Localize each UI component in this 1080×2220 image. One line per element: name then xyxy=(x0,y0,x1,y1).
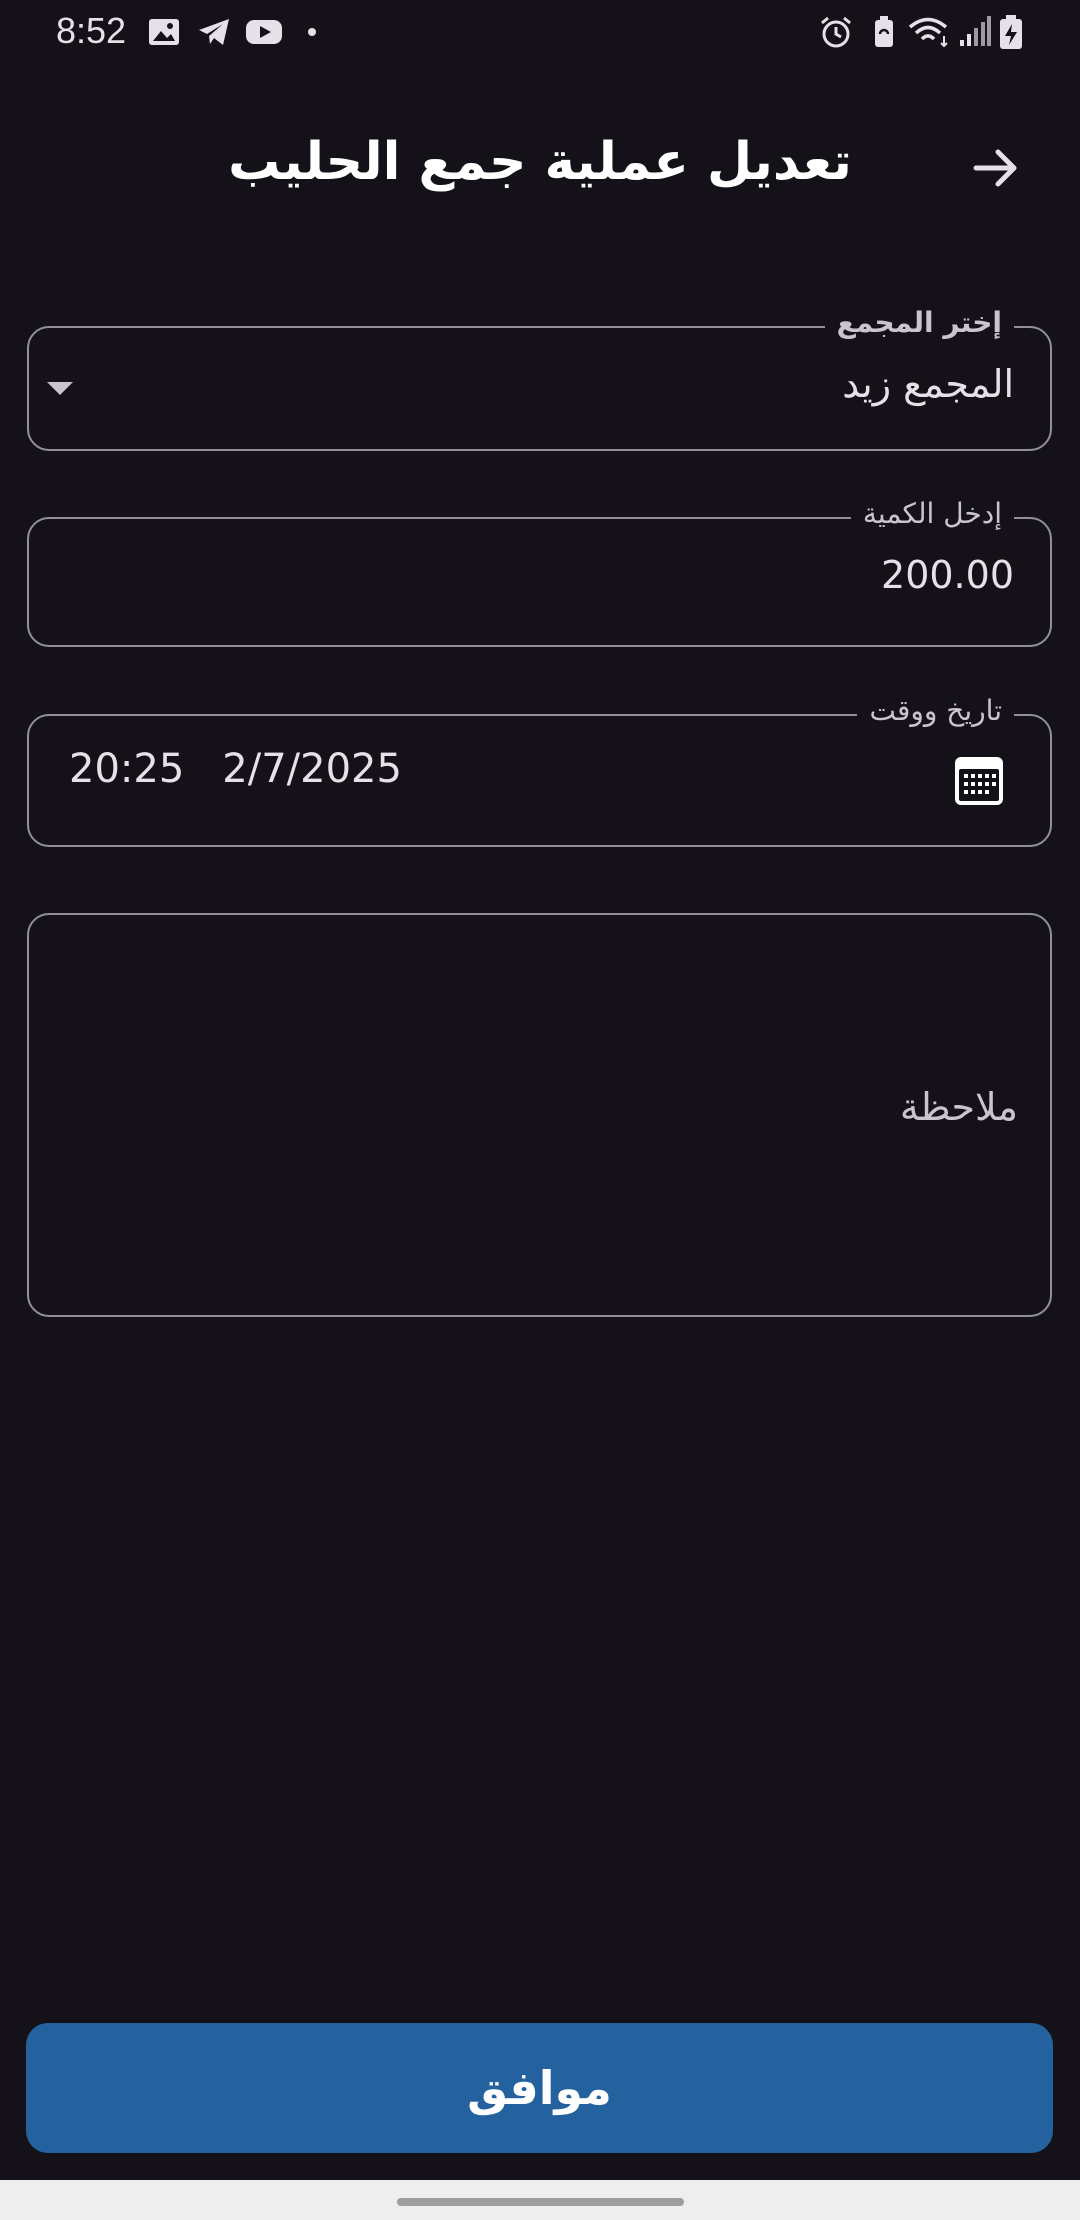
datetime-value: 20:25 2/7/2025 xyxy=(69,746,402,792)
time-value: 20:25 xyxy=(69,746,185,792)
notification-dot-icon xyxy=(308,28,316,36)
notes-field[interactable]: ملاحظة xyxy=(27,913,1052,1317)
ok-button[interactable]: موافق xyxy=(26,2023,1053,2153)
battery-saver-icon xyxy=(875,16,893,47)
datetime-field[interactable]: تاريخ ووقت 20:25 2/7/2025 xyxy=(27,694,1052,847)
signal-icon xyxy=(960,16,991,46)
date-value: 2/7/2025 xyxy=(222,746,402,792)
navigation-bar xyxy=(0,2180,1080,2220)
quantity-field[interactable]: إدخل الكمية 200.00 xyxy=(27,497,1052,647)
alarm-icon xyxy=(821,16,851,48)
screen: 8:52 تعديل عملية جمع الحليب إختر المجمع … xyxy=(0,0,1080,2220)
collector-label: إختر المجمع xyxy=(824,306,1014,339)
youtube-icon xyxy=(246,20,282,44)
wifi-icon xyxy=(908,17,948,48)
datetime-label: تاريخ ووقت xyxy=(857,694,1014,727)
collector-select[interactable]: إختر المجمع المجمع زيد xyxy=(27,306,1052,451)
collector-value: المجمع زيد xyxy=(842,362,1014,406)
notes-placeholder: ملاحظة xyxy=(899,1085,1018,1129)
gallery-icon xyxy=(149,19,179,45)
calendar-icon[interactable] xyxy=(952,754,1006,808)
status-bar: 8:52 xyxy=(0,0,1080,64)
quantity-label: إدخل الكمية xyxy=(850,497,1014,530)
quantity-value: 200.00 xyxy=(881,553,1014,597)
battery-charging-icon xyxy=(1000,15,1022,49)
chevron-down-icon[interactable] xyxy=(47,382,73,395)
page-title: تعديل عملية جمع الحليب xyxy=(228,132,852,192)
home-gesture-handle[interactable] xyxy=(397,2198,684,2206)
status-time: 8:52 xyxy=(56,10,127,51)
telegram-icon xyxy=(199,19,229,45)
arrow-right-icon[interactable] xyxy=(966,138,1026,198)
